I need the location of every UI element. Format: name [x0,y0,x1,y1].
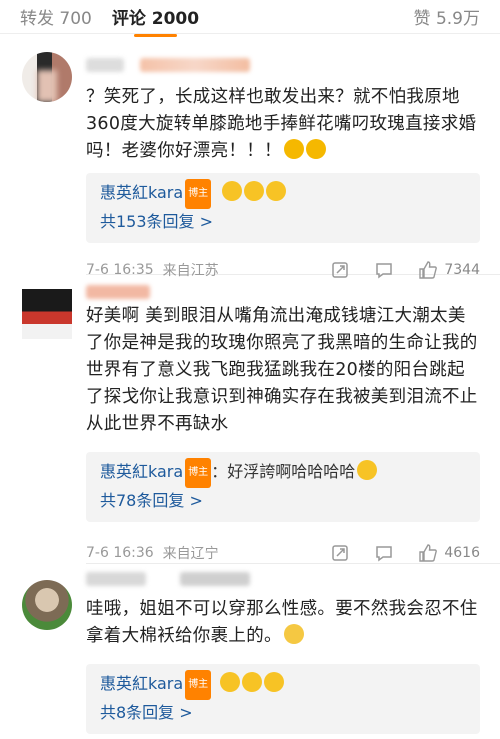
like-count: 4616 [444,545,480,561]
reply-count-link[interactable]: 共78条回复 > [100,488,468,514]
reply-username[interactable]: 惠英紅kara [100,462,183,481]
like-button[interactable]: 4616 [418,543,480,563]
reply-count-link[interactable]: 共153条回复 > [100,209,468,235]
comment-item: 哇哦，姐姐不可以穿那么性感。要不然我会忍不住拿着大棉袄给你裹上的。 惠英紅kar… [0,564,500,739]
avatar[interactable] [22,580,72,630]
username-blurred[interactable] [86,58,124,72]
comment-item: ？笑死了，长成这样也敢发出来？就不怕我原地360度大旋转单膝跪地手捧鲜花嘴叼玫瑰… [0,34,500,279]
reply-preview[interactable]: 惠英紅kara 博主 ：好浮誇啊哈哈哈哈 共78条回复 > [86,452,480,522]
laughing-emoji-icon [283,139,304,159]
comment-icon[interactable] [374,543,394,563]
comment-location: 来自辽宁 [162,546,219,562]
laughing-emoji-icon [305,139,326,159]
crying-laugh-emoji-icon [222,181,243,201]
avatar[interactable] [22,289,72,339]
tab-comments[interactable]: 评论 2000 [112,4,199,37]
comment-text: 好美啊 美到眼泪从嘴角流出淹成钱塘江大潮太美了你是神是我的玫瑰你照亮了我黑暗的生… [86,306,478,434]
comment-time: 7-6 16:36 [86,545,154,561]
crying-laugh-emoji-icon [220,672,241,692]
blogger-badge: 博主 [185,458,212,488]
reply-count-link[interactable]: 共8条回复 > [100,700,468,726]
crying-laugh-emoji-icon [266,181,287,201]
blogger-badge: 博主 [185,179,212,209]
crying-laugh-emoji-icon [242,672,263,692]
thumbs-up-icon [419,544,438,562]
username-blurred-2 [140,58,250,72]
reply-preview[interactable]: 惠英紅kara 博主 共8条回复 > [86,664,480,734]
share-icon[interactable] [330,543,350,563]
comment-item: 好美啊 美到眼泪从嘴角流出淹成钱塘江大潮太美了你是神是我的玫瑰你照亮了我黑暗的生… [0,275,500,563]
reply-text: ：好浮誇啊哈哈哈哈 [211,462,356,481]
comment-tabs: 转发 700 评论 2000 赞 5.9万 [0,0,500,37]
crying-laugh-emoji-icon [244,181,265,201]
username-blurred [86,572,146,586]
tab-likes[interactable]: 赞 5.9万 [414,4,480,29]
username-blurred [86,285,150,299]
crying-laugh-emoji-icon [357,460,378,480]
comment-text: 哇哦，姐姐不可以穿那么性感。要不然我会忍不住拿着大棉袄给你裹上的。 [86,599,478,646]
reply-username[interactable]: 惠英紅kara [100,674,183,693]
blogger-badge: 博主 [185,670,212,700]
reply-username[interactable]: 惠英紅kara [100,183,183,202]
reply-preview[interactable]: 惠英紅kara 博主 共153条回复 > [86,173,480,243]
username-blurred-2 [180,572,250,586]
comment-text: ？笑死了，长成这样也敢发出来？就不怕我原地360度大旋转单膝跪地手捧鲜花嘴叼玫瑰… [86,87,477,161]
avatar[interactable] [22,52,72,102]
crying-laugh-emoji-icon [264,672,285,692]
tab-repost[interactable]: 转发 700 [20,4,92,29]
smirk-emoji-icon [283,624,304,644]
